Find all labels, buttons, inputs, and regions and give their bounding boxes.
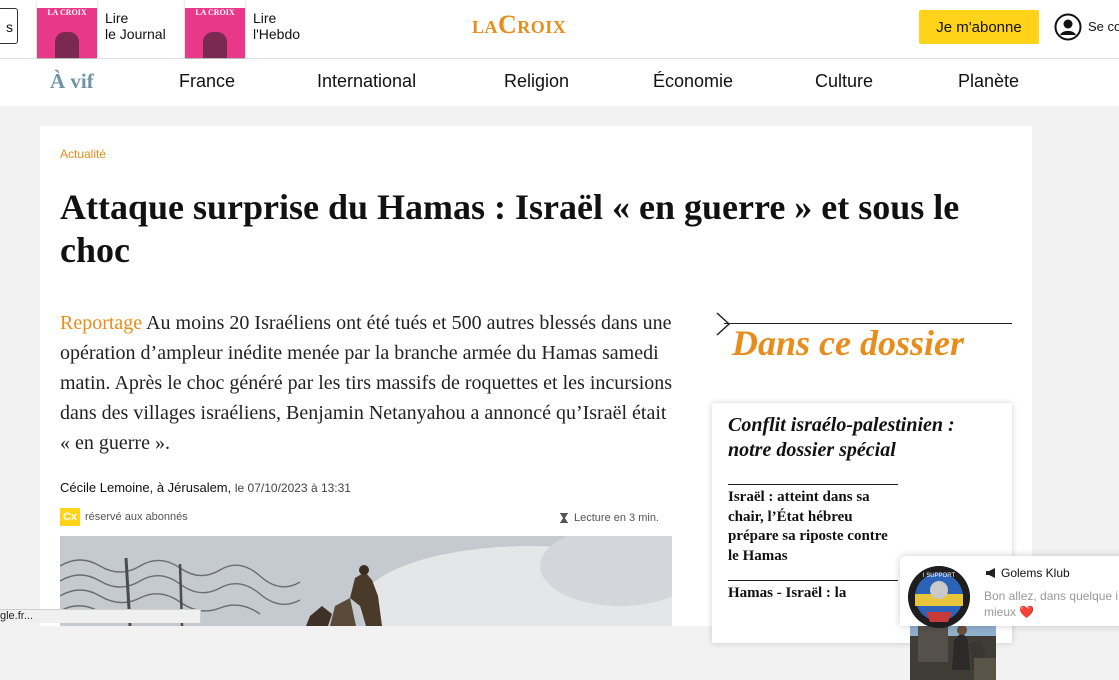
- promo-hebdo-line1: Lire: [253, 10, 277, 26]
- chat-sender: Golems Klub: [986, 566, 1070, 580]
- journal-cover-image: LA CROIX: [37, 0, 97, 58]
- promo-journal[interactable]: LA CROIX Lire le Journal: [37, 0, 166, 58]
- read-time: Lecture en 3 min.: [560, 512, 659, 524]
- chat-avatar: I SUPPORT: [908, 566, 970, 628]
- journal-cover-masthead: LA CROIX: [47, 8, 87, 17]
- dossier-box-title[interactable]: Conflit israélo-palestinien : notre doss…: [728, 413, 998, 463]
- hebdo-cover-image: LA CROIX: [185, 0, 245, 58]
- dossier-item[interactable]: Israël : atteint dans sa chair, l’État h…: [728, 488, 896, 566]
- account-login-link[interactable]: Se co: [1088, 19, 1119, 34]
- lede-label: Reportage: [60, 312, 143, 334]
- logo-part-la: LA: [472, 17, 499, 37]
- chat-message: Bon allez, dans quelque ira mieux ❤️: [984, 588, 1119, 620]
- promo-hebdo-line2: l'Hebdo: [253, 26, 301, 42]
- avatar-caption: I SUPPORT: [923, 573, 956, 579]
- article-kicker[interactable]: Actualité: [60, 147, 106, 161]
- article-headline: Attaque surprise du Hamas : Israël « en …: [60, 187, 960, 270]
- subscriber-text: réservé aux abonnés: [85, 511, 188, 523]
- nav-item-religion[interactable]: Religion: [504, 71, 569, 92]
- promo-journal-label[interactable]: Lire le Journal: [105, 10, 166, 42]
- chat-message-text: Bon allez, dans quelque ira mieux: [984, 589, 1119, 619]
- nav-item-planete[interactable]: Planète: [958, 71, 1019, 92]
- browser-status-bar: gle.fr...: [0, 609, 201, 623]
- megaphone-icon: [986, 568, 995, 578]
- promo-journal-line2: le Journal: [105, 26, 166, 42]
- hourglass-icon: [560, 513, 568, 523]
- promo-hebdo-label[interactable]: Lire l'Hebdo: [253, 10, 300, 42]
- top-header: s LA CROIX Lire le Journal LA CROIX Lire…: [0, 0, 1119, 59]
- logo-part-c: C: [498, 10, 518, 39]
- chat-popup[interactable]: I SUPPORT Golems Klub Bon allez, dans qu…: [900, 556, 1119, 628]
- logo-part-roix: ROIX: [517, 17, 567, 37]
- publish-date: le 07/10/2023 à 13:31: [234, 481, 351, 495]
- la-croix-logo[interactable]: LA C ROIX: [472, 10, 566, 42]
- subscriber-only-notice: Cx réservé aux abonnés: [60, 508, 188, 526]
- subscriber-badge-icon: Cx: [60, 508, 80, 526]
- nav-item-economie[interactable]: Économie: [653, 71, 733, 92]
- dossier-item[interactable]: Hamas - Israël : la: [728, 584, 896, 604]
- promo-journal-line1: Lire: [105, 10, 129, 26]
- promo-hebdo[interactable]: LA CROIX Lire l'Hebdo: [185, 0, 300, 58]
- account-icon[interactable]: [1054, 13, 1082, 41]
- read-time-text: Lecture en 3 min.: [574, 512, 659, 524]
- article-lede: Reportage Au moins 20 Israéliens ont été…: [60, 308, 680, 458]
- lede-text: Au moins 20 Israéliens ont été tués et 5…: [60, 312, 673, 454]
- nav-item-a-vif[interactable]: À vif: [50, 69, 94, 94]
- chevron-right-icon: [716, 312, 731, 336]
- golems-klub-avatar-image: I SUPPORT: [908, 566, 970, 628]
- article-card: Actualité Attaque surprise du Hamas : Is…: [40, 126, 1032, 680]
- dossier-item-divider: [728, 484, 898, 485]
- nav-item-culture[interactable]: Culture: [815, 71, 873, 92]
- main-nav: À vif France International Religion Écon…: [0, 59, 1119, 106]
- menu-button[interactable]: s: [0, 8, 18, 44]
- nav-item-international[interactable]: International: [317, 71, 416, 92]
- heart-icon: ❤️: [1019, 605, 1035, 619]
- article-byline: Cécile Lemoine, à Jérusalem, le 07/10/20…: [60, 480, 351, 495]
- dossier-item-divider: [728, 580, 898, 581]
- chat-sender-name: Golems Klub: [1001, 566, 1070, 580]
- dossier-title: Dans ce dossier: [732, 323, 964, 363]
- nav-item-france[interactable]: France: [179, 71, 235, 92]
- subscribe-button[interactable]: Je m'abonne: [919, 10, 1039, 44]
- author-name[interactable]: Cécile Lemoine, à Jérusalem,: [60, 480, 231, 495]
- hebdo-cover-masthead: LA CROIX: [195, 8, 235, 17]
